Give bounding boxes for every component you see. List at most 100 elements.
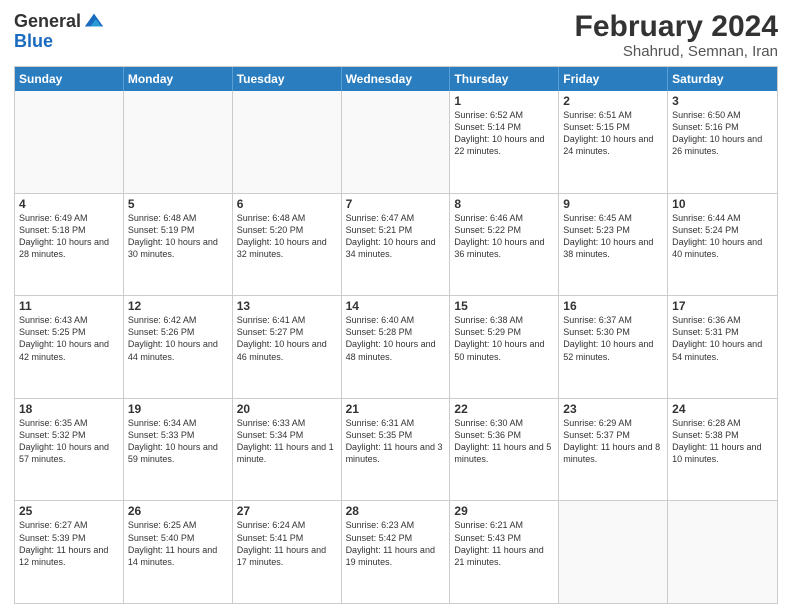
calendar-cell: 9Sunrise: 6:45 AM Sunset: 5:23 PM Daylig… [559,194,668,296]
day-info: Sunrise: 6:34 AM Sunset: 5:33 PM Dayligh… [128,417,228,466]
day-info: Sunrise: 6:44 AM Sunset: 5:24 PM Dayligh… [672,212,773,261]
day-info: Sunrise: 6:33 AM Sunset: 5:34 PM Dayligh… [237,417,337,466]
calendar-cell: 28Sunrise: 6:23 AM Sunset: 5:42 PM Dayli… [342,501,451,603]
title-block: February 2024 Shahrud, Semnan, Iran [575,10,778,60]
day-number: 4 [19,197,119,211]
day-info: Sunrise: 6:48 AM Sunset: 5:19 PM Dayligh… [128,212,228,261]
calendar-cell: 18Sunrise: 6:35 AM Sunset: 5:32 PM Dayli… [15,399,124,501]
day-number: 22 [454,402,554,416]
day-number: 21 [346,402,446,416]
day-number: 20 [237,402,337,416]
day-info: Sunrise: 6:28 AM Sunset: 5:38 PM Dayligh… [672,417,773,466]
calendar-cell: 11Sunrise: 6:43 AM Sunset: 5:25 PM Dayli… [15,296,124,398]
day-info: Sunrise: 6:27 AM Sunset: 5:39 PM Dayligh… [19,519,119,568]
main-title: February 2024 [575,10,778,43]
header-day: Sunday [15,67,124,91]
calendar-cell: 21Sunrise: 6:31 AM Sunset: 5:35 PM Dayli… [342,399,451,501]
calendar-week: 18Sunrise: 6:35 AM Sunset: 5:32 PM Dayli… [15,399,777,502]
day-info: Sunrise: 6:41 AM Sunset: 5:27 PM Dayligh… [237,314,337,363]
calendar-cell [233,91,342,193]
calendar-cell [342,91,451,193]
calendar-cell: 25Sunrise: 6:27 AM Sunset: 5:39 PM Dayli… [15,501,124,603]
day-info: Sunrise: 6:35 AM Sunset: 5:32 PM Dayligh… [19,417,119,466]
calendar: SundayMondayTuesdayWednesdayThursdayFrid… [14,66,778,604]
day-number: 8 [454,197,554,211]
day-info: Sunrise: 6:52 AM Sunset: 5:14 PM Dayligh… [454,109,554,158]
calendar-body: 1Sunrise: 6:52 AM Sunset: 5:14 PM Daylig… [15,91,777,603]
calendar-week: 4Sunrise: 6:49 AM Sunset: 5:18 PM Daylig… [15,194,777,297]
day-info: Sunrise: 6:45 AM Sunset: 5:23 PM Dayligh… [563,212,663,261]
header-day: Friday [559,67,668,91]
calendar-cell [124,91,233,193]
calendar-cell: 26Sunrise: 6:25 AM Sunset: 5:40 PM Dayli… [124,501,233,603]
day-info: Sunrise: 6:30 AM Sunset: 5:36 PM Dayligh… [454,417,554,466]
day-number: 1 [454,94,554,108]
day-number: 23 [563,402,663,416]
day-number: 3 [672,94,773,108]
day-number: 7 [346,197,446,211]
calendar-cell: 29Sunrise: 6:21 AM Sunset: 5:43 PM Dayli… [450,501,559,603]
calendar-cell: 19Sunrise: 6:34 AM Sunset: 5:33 PM Dayli… [124,399,233,501]
logo: General Blue [14,10,105,50]
calendar-cell: 27Sunrise: 6:24 AM Sunset: 5:41 PM Dayli… [233,501,342,603]
day-info: Sunrise: 6:38 AM Sunset: 5:29 PM Dayligh… [454,314,554,363]
header-day: Thursday [450,67,559,91]
day-number: 5 [128,197,228,211]
calendar-cell: 1Sunrise: 6:52 AM Sunset: 5:14 PM Daylig… [450,91,559,193]
calendar-cell: 5Sunrise: 6:48 AM Sunset: 5:19 PM Daylig… [124,194,233,296]
day-number: 25 [19,504,119,518]
day-info: Sunrise: 6:31 AM Sunset: 5:35 PM Dayligh… [346,417,446,466]
day-info: Sunrise: 6:24 AM Sunset: 5:41 PM Dayligh… [237,519,337,568]
day-number: 16 [563,299,663,313]
header-day: Saturday [668,67,777,91]
day-number: 11 [19,299,119,313]
calendar-week: 25Sunrise: 6:27 AM Sunset: 5:39 PM Dayli… [15,501,777,603]
calendar-cell: 24Sunrise: 6:28 AM Sunset: 5:38 PM Dayli… [668,399,777,501]
day-info: Sunrise: 6:47 AM Sunset: 5:21 PM Dayligh… [346,212,446,261]
calendar-cell: 13Sunrise: 6:41 AM Sunset: 5:27 PM Dayli… [233,296,342,398]
day-info: Sunrise: 6:46 AM Sunset: 5:22 PM Dayligh… [454,212,554,261]
calendar-cell: 16Sunrise: 6:37 AM Sunset: 5:30 PM Dayli… [559,296,668,398]
calendar-cell: 10Sunrise: 6:44 AM Sunset: 5:24 PM Dayli… [668,194,777,296]
sub-title: Shahrud, Semnan, Iran [575,43,778,60]
day-number: 29 [454,504,554,518]
calendar-cell: 15Sunrise: 6:38 AM Sunset: 5:29 PM Dayli… [450,296,559,398]
logo-icon [83,10,105,32]
calendar-cell: 4Sunrise: 6:49 AM Sunset: 5:18 PM Daylig… [15,194,124,296]
header: General Blue February 2024 Shahrud, Semn… [14,10,778,60]
calendar-cell: 3Sunrise: 6:50 AM Sunset: 5:16 PM Daylig… [668,91,777,193]
calendar-cell: 20Sunrise: 6:33 AM Sunset: 5:34 PM Dayli… [233,399,342,501]
calendar-cell: 2Sunrise: 6:51 AM Sunset: 5:15 PM Daylig… [559,91,668,193]
day-info: Sunrise: 6:43 AM Sunset: 5:25 PM Dayligh… [19,314,119,363]
calendar-header: SundayMondayTuesdayWednesdayThursdayFrid… [15,67,777,91]
header-day: Wednesday [342,67,451,91]
day-info: Sunrise: 6:36 AM Sunset: 5:31 PM Dayligh… [672,314,773,363]
day-number: 28 [346,504,446,518]
calendar-cell: 6Sunrise: 6:48 AM Sunset: 5:20 PM Daylig… [233,194,342,296]
day-number: 19 [128,402,228,416]
day-info: Sunrise: 6:51 AM Sunset: 5:15 PM Dayligh… [563,109,663,158]
header-day: Tuesday [233,67,342,91]
day-number: 24 [672,402,773,416]
calendar-cell: 23Sunrise: 6:29 AM Sunset: 5:37 PM Dayli… [559,399,668,501]
logo-blue: Blue [14,32,105,50]
calendar-cell: 17Sunrise: 6:36 AM Sunset: 5:31 PM Dayli… [668,296,777,398]
calendar-cell: 12Sunrise: 6:42 AM Sunset: 5:26 PM Dayli… [124,296,233,398]
calendar-cell: 14Sunrise: 6:40 AM Sunset: 5:28 PM Dayli… [342,296,451,398]
day-info: Sunrise: 6:49 AM Sunset: 5:18 PM Dayligh… [19,212,119,261]
day-info: Sunrise: 6:25 AM Sunset: 5:40 PM Dayligh… [128,519,228,568]
day-number: 13 [237,299,337,313]
day-number: 15 [454,299,554,313]
calendar-cell [559,501,668,603]
calendar-cell: 8Sunrise: 6:46 AM Sunset: 5:22 PM Daylig… [450,194,559,296]
day-number: 2 [563,94,663,108]
day-number: 10 [672,197,773,211]
day-number: 9 [563,197,663,211]
day-number: 27 [237,504,337,518]
day-number: 6 [237,197,337,211]
calendar-week: 11Sunrise: 6:43 AM Sunset: 5:25 PM Dayli… [15,296,777,399]
day-number: 18 [19,402,119,416]
calendar-cell: 22Sunrise: 6:30 AM Sunset: 5:36 PM Dayli… [450,399,559,501]
day-info: Sunrise: 6:42 AM Sunset: 5:26 PM Dayligh… [128,314,228,363]
logo-general: General [14,12,81,30]
